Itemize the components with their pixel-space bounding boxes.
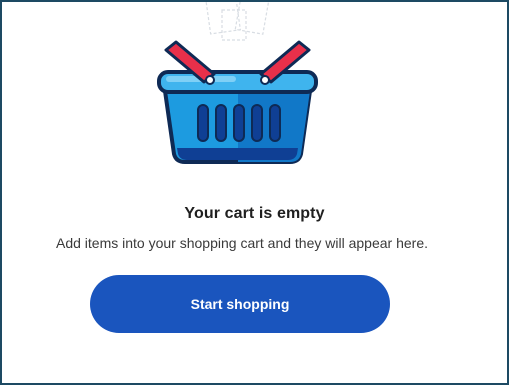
start-shopping-button[interactable]: Start shopping [90,275,390,333]
empty-cart-title: Your cart is empty [184,205,325,222]
empty-cart-panel: Your cart is empty Add items into your s… [0,0,509,385]
shopping-basket-icon [150,2,325,172]
empty-cart-message: Add items into your shopping cart and th… [56,235,428,251]
